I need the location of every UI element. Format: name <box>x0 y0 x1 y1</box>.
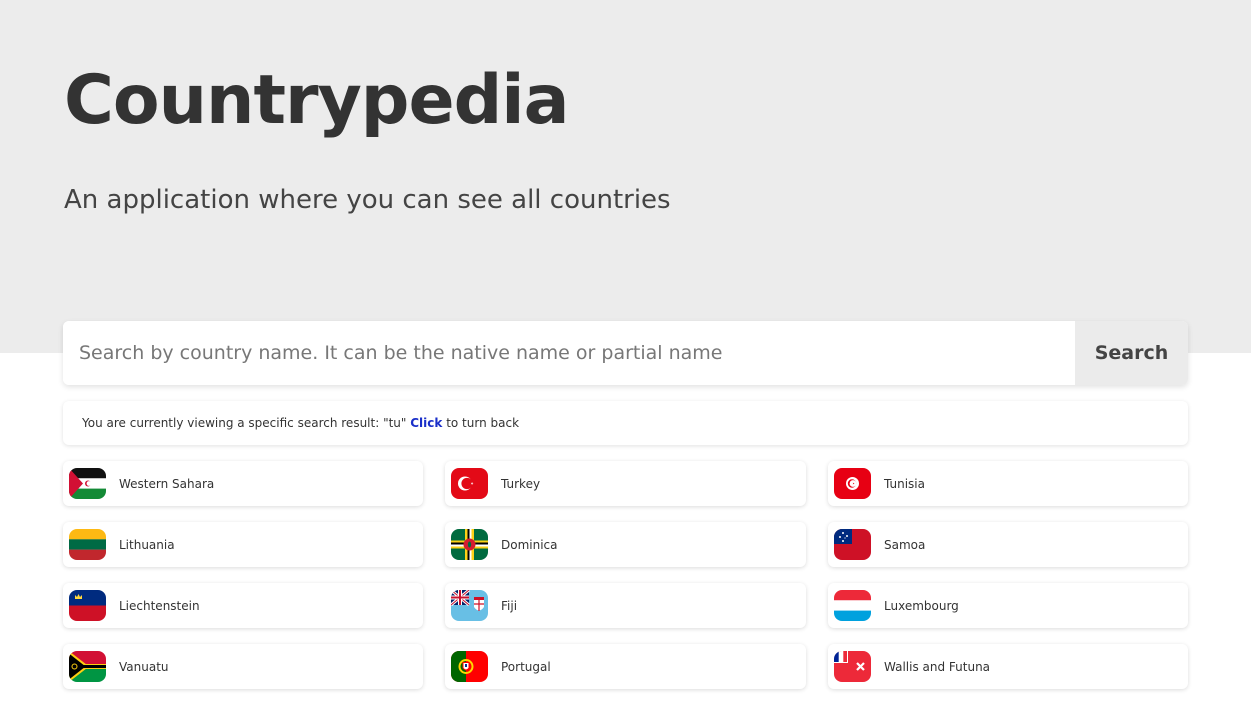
turkey-flag-icon <box>451 468 488 499</box>
lithuania-flag-icon <box>69 529 106 560</box>
country-name: Fiji <box>501 598 518 613</box>
country-name: Tunisia <box>884 476 925 491</box>
western-sahara-flag-icon <box>69 468 106 499</box>
country-name: Vanuatu <box>119 659 169 674</box>
search-result-info: You are currently viewing a specific sea… <box>63 401 1188 445</box>
turn-back-link[interactable]: Click <box>410 416 442 430</box>
country-name: Dominica <box>501 537 558 552</box>
liechtenstein-flag-icon <box>69 590 106 621</box>
country-name: Lithuania <box>119 537 175 552</box>
search-result-text: You are currently viewing a specific sea… <box>82 416 411 430</box>
page-subtitle: An application where you can see all cou… <box>64 185 671 215</box>
country-name: Turkey <box>501 476 541 491</box>
country-card-lithuania[interactable]: Lithuania <box>63 522 423 567</box>
country-grid: Western Sahara Turkey Tunisia Lithuania … <box>63 461 1188 689</box>
dominica-flag-icon <box>451 529 488 560</box>
country-card-portugal[interactable]: Portugal <box>445 644 806 689</box>
country-card-dominica[interactable]: Dominica <box>445 522 806 567</box>
tunisia-flag-icon <box>834 468 871 499</box>
fiji-flag-icon <box>451 590 488 621</box>
country-name: Wallis and Futuna <box>884 659 991 674</box>
country-card-fiji[interactable]: Fiji <box>445 583 806 628</box>
country-name: Luxembourg <box>884 598 959 613</box>
wallis-and-futuna-flag-icon <box>834 651 871 682</box>
country-name: Portugal <box>501 659 551 674</box>
search-result-suffix: to turn back <box>442 416 520 430</box>
country-card-tunisia[interactable]: Tunisia <box>828 461 1188 506</box>
country-card-luxembourg[interactable]: Luxembourg <box>828 583 1188 628</box>
search-bar: Search <box>63 321 1188 385</box>
country-card-vanuatu[interactable]: Vanuatu <box>63 644 423 689</box>
country-card-wallis-and-futuna[interactable]: Wallis and Futuna <box>828 644 1188 689</box>
country-card-western-sahara[interactable]: Western Sahara <box>63 461 423 506</box>
luxembourg-flag-icon <box>834 590 871 621</box>
country-card-turkey[interactable]: Turkey <box>445 461 806 506</box>
samoa-flag-icon <box>834 529 871 560</box>
country-name: Samoa <box>884 537 926 552</box>
search-input[interactable] <box>63 321 1075 385</box>
search-button[interactable]: Search <box>1075 321 1188 385</box>
vanuatu-flag-icon <box>69 651 106 682</box>
country-name: Western Sahara <box>119 476 215 491</box>
hero-section: Countrypedia An application where you ca… <box>0 0 1251 353</box>
page-title: Countrypedia <box>64 61 569 140</box>
portugal-flag-icon <box>451 651 488 682</box>
country-name: Liechtenstein <box>119 598 200 613</box>
country-card-samoa[interactable]: Samoa <box>828 522 1188 567</box>
country-card-liechtenstein[interactable]: Liechtenstein <box>63 583 423 628</box>
